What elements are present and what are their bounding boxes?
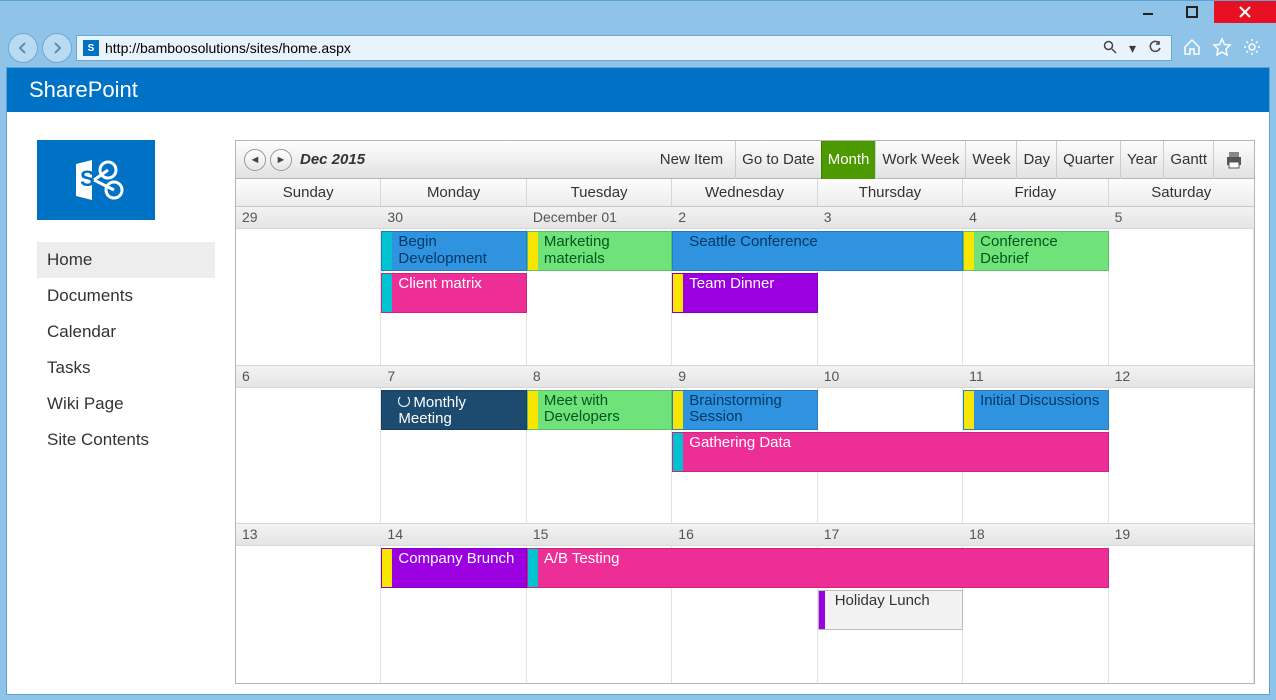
calendar-toolbar: ◄ ► Dec 2015 New Item Go to DateMonthWor… [236,141,1254,179]
calendar-panel: ◄ ► Dec 2015 New Item Go to DateMonthWor… [235,140,1255,684]
event-label: Client matrix [398,276,481,293]
address-bar[interactable]: S http://bamboosolutions/sites/home.aspx… [76,35,1172,61]
calendar-week: 13141516171819Company BrunchA/B TestingH… [236,524,1254,683]
calendar-event[interactable]: Holiday Lunch [818,590,963,630]
new-item-button[interactable]: New Item [648,141,735,179]
svg-text:S: S [80,166,95,191]
event-label: Begin Development [398,234,519,267]
sidebar-item-site-contents[interactable]: Site Contents [37,422,215,458]
search-icon[interactable] [1100,40,1120,57]
day-headers: SundayMondayTuesdayWednesdayThursdayFrid… [236,179,1254,207]
calendar-event[interactable]: Monthly Meeting [381,390,526,430]
event-label: Brainstorming Session [689,393,810,426]
settings-icon[interactable] [1242,37,1262,60]
calendar-event[interactable]: Gathering Data [672,432,1108,472]
calendar-event[interactable]: Brainstorming Session [672,390,817,430]
calendar-event[interactable]: Meet with Developers [527,390,672,430]
event-label: Team Dinner [689,276,774,293]
event-label: Monthly Meeting [398,393,519,428]
search-dropdown-icon[interactable]: ▾ [1126,40,1139,57]
day-header: Friday [963,179,1108,206]
calendar-event[interactable]: Client matrix [381,273,526,313]
event-label: A/B Testing [544,551,620,568]
view-month-button[interactable]: Month [821,141,876,179]
sidebar-item-documents[interactable]: Documents [37,278,215,314]
address-text: http://bamboosolutions/sites/home.aspx [105,40,351,56]
refresh-icon[interactable] [1145,40,1165,57]
event-label: Company Brunch [398,551,514,568]
day-header: Sunday [236,179,381,206]
calendar-week: 2930December 012345Begin DevelopmentMark… [236,207,1254,366]
view-year-button[interactable]: Year [1120,141,1163,179]
browser-toolbar: S http://bamboosolutions/sites/home.aspx… [0,29,1276,67]
next-month-button[interactable]: ► [270,149,292,171]
view-day-button[interactable]: Day [1016,141,1056,179]
event-label: Seattle Conference [689,234,817,251]
event-label: Conference Debrief [980,234,1101,267]
sharepoint-logo-icon: S [37,140,155,220]
sharepoint-header: SharePoint [7,68,1269,112]
window-titlebar [0,1,1276,29]
prev-month-button[interactable]: ◄ [244,149,266,171]
sidebar-item-calendar[interactable]: Calendar [37,314,215,350]
sidebar-item-tasks[interactable]: Tasks [37,350,215,386]
event-label: Meet with Developers [544,393,665,426]
calendar-event[interactable]: Marketing materials [527,231,672,271]
day-header: Monday [381,179,526,206]
calendar-body: 2930December 012345Begin DevelopmentMark… [236,207,1254,683]
sharepoint-favicon-icon: S [83,40,99,56]
favorites-icon[interactable] [1212,37,1232,60]
sidebar-item-wiki-page[interactable]: Wiki Page [37,386,215,422]
calendar-event[interactable]: Begin Development [381,231,526,271]
view-quarter-button[interactable]: Quarter [1056,141,1120,179]
view-go-to-date-button[interactable]: Go to Date [735,141,821,179]
calendar-event[interactable]: A/B Testing [527,548,1109,588]
event-label: Marketing materials [544,234,665,267]
calendar-event[interactable]: Seattle Conference [672,231,963,271]
day-header: Saturday [1109,179,1254,206]
view-gantt-button[interactable]: Gantt [1163,141,1213,179]
day-header: Wednesday [672,179,817,206]
sidebar-item-home[interactable]: Home [37,242,215,278]
home-icon[interactable] [1182,37,1202,60]
recurring-icon [398,395,410,407]
app-title: SharePoint [29,77,138,103]
print-button[interactable] [1213,141,1254,179]
view-week-button[interactable]: Week [965,141,1016,179]
calendar-event[interactable]: Company Brunch [381,548,526,588]
forward-button[interactable] [42,33,72,63]
calendar-title: Dec 2015 [296,151,365,168]
minimize-button[interactable] [1126,1,1170,23]
event-label: Holiday Lunch [835,593,930,610]
event-label: Gathering Data [689,435,791,452]
day-header: Tuesday [527,179,672,206]
page-content: SharePoint S HomeDocumentsCalendarTasksW… [6,67,1270,695]
back-button[interactable] [8,33,38,63]
calendar-week: 6789101112Monthly MeetingMeet with Devel… [236,366,1254,525]
view-work-week-button[interactable]: Work Week [875,141,965,179]
event-label: Initial Discussions [980,393,1099,410]
maximize-button[interactable] [1170,1,1214,23]
close-button[interactable] [1214,1,1276,23]
calendar-event[interactable]: Initial Discussions [963,390,1108,430]
calendar-event[interactable]: Team Dinner [672,273,817,313]
calendar-event[interactable]: Conference Debrief [963,231,1108,271]
left-sidebar: S HomeDocumentsCalendarTasksWiki PageSit… [37,140,215,684]
day-header: Thursday [818,179,963,206]
